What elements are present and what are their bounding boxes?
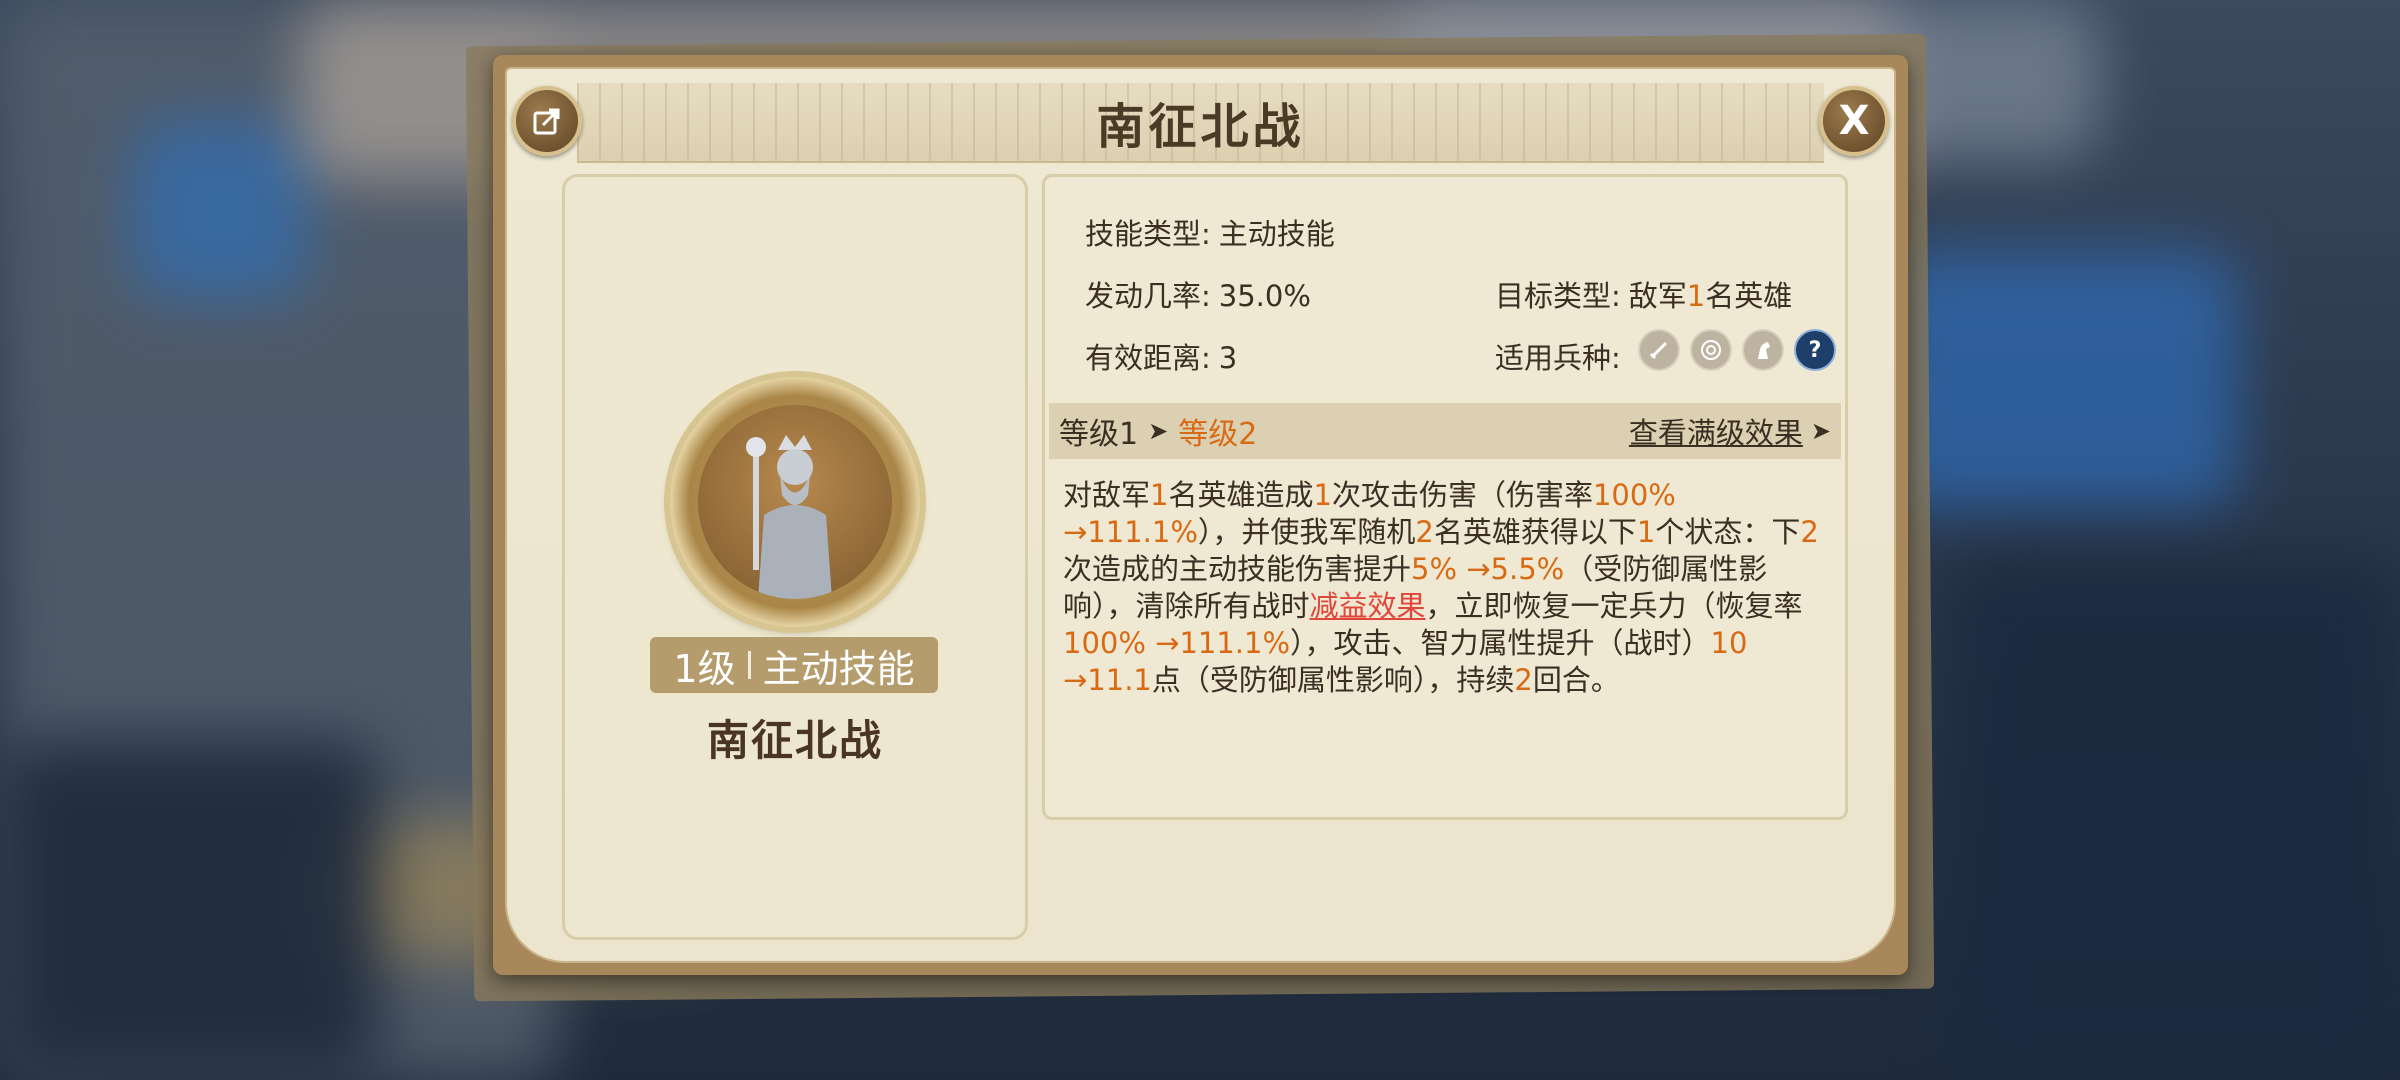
desc-text: 次攻击伤害（伤害率 <box>1331 478 1593 512</box>
share-button[interactable] <box>512 86 582 156</box>
troop-type-row: 适用兵种: <box>1495 335 1621 377</box>
desc-value: 10 <box>1710 626 1748 660</box>
arrow-right-icon: ➤ <box>1148 417 1169 445</box>
next-level: 等级2 <box>1178 417 1258 452</box>
skill-dialog: 南征北战 X 1级 主动技能 南征北战 技能类型: 主动技能 发动几率: 35.… <box>493 55 1908 975</box>
skill-medal <box>670 377 920 627</box>
unknown-icon[interactable]: ? <box>1794 329 1836 371</box>
desc-text: 个状态：下 <box>1655 515 1801 549</box>
desc-text: 对敌军 <box>1063 478 1151 512</box>
skill-type-row: 技能类型: 主动技能 <box>1085 211 1335 253</box>
skill-type-value: 主动技能 <box>1218 217 1335 251</box>
desc-value: 1 <box>1313 478 1332 512</box>
desc-value: 100% <box>1592 478 1676 512</box>
desc-text: 次造成的主动技能伤害提升 <box>1063 552 1412 586</box>
desc-text: ），并使我军随机 <box>1197 515 1416 549</box>
trigger-rate-label: 发动几率: <box>1085 279 1211 313</box>
target-type-suffix: 名英雄 <box>1705 279 1793 313</box>
skill-type: 主动技能 <box>762 646 915 691</box>
desc-value: →11.1 <box>1063 663 1152 697</box>
desc-text: ），攻击、智力属性提升（战时） <box>1290 626 1711 660</box>
background-scene <box>1950 560 2400 1080</box>
chevron-right-icon[interactable]: ➤ <box>1811 417 1831 445</box>
target-count: 1 <box>1686 279 1706 313</box>
current-level: 等级1 <box>1059 417 1139 452</box>
desc-value: 1 <box>1636 515 1656 549</box>
desc-text: 点（受防御属性影响），持续 <box>1151 663 1515 697</box>
dialog-body: 南征北战 X 1级 主动技能 南征北战 技能类型: 主动技能 发动几率: 35.… <box>505 67 1896 963</box>
skill-portrait <box>698 405 892 599</box>
background-scene <box>0 740 380 1080</box>
desc-value: 2 <box>1415 515 1434 549</box>
desc-value: 100% <box>1063 626 1146 660</box>
level-bar: 等级1 ➤ 等级2 查看满级效果 ➤ <box>1049 403 1841 459</box>
target-type-label: 目标类型: <box>1495 279 1621 313</box>
cavalry-icon[interactable] <box>1742 329 1784 371</box>
archer-icon[interactable] <box>1690 329 1732 371</box>
dialog-title: 南征北战 <box>1096 99 1305 155</box>
close-button[interactable]: X <box>1819 86 1889 156</box>
skill-type-label: 技能类型: <box>1085 217 1211 251</box>
close-icon: X <box>1838 98 1870 144</box>
troop-type-label: 适用兵种: <box>1495 341 1621 375</box>
skill-level-badge: 1级 主动技能 <box>650 637 938 693</box>
target-type-row: 目标类型: 敌军1名英雄 <box>1495 273 1792 315</box>
view-max-level-link[interactable]: 查看满级效果 <box>1629 410 1803 452</box>
desc-text: 回合。 <box>1532 663 1620 697</box>
badge-divider <box>747 651 751 679</box>
desc-value: 1 <box>1150 478 1169 512</box>
desc-value: →5.5% <box>1466 552 1565 586</box>
desc-value: →111.1% <box>1155 626 1291 660</box>
range-label: 有效距离: <box>1085 341 1211 375</box>
infantry-icon[interactable] <box>1638 329 1680 371</box>
desc-text: 名英雄获得以下 <box>1433 515 1637 549</box>
skill-description: 对敌军1名英雄造成1次攻击伤害（伤害率100% →111.1%），并使我军随机2名… <box>1063 477 1831 699</box>
desc-text: ，立即恢复一定兵力（恢复率 <box>1425 589 1803 623</box>
share-icon <box>533 108 560 135</box>
range-value: 3 <box>1218 341 1238 375</box>
skill-level: 1级 <box>673 646 736 691</box>
troop-type-icons: ? <box>1638 329 1836 371</box>
skill-card: 1级 主动技能 南征北战 <box>562 174 1028 940</box>
desc-value: →111.1% <box>1063 515 1198 549</box>
target-type-prefix: 敌军 <box>1628 279 1687 313</box>
trigger-rate-row: 发动几率: 35.0% <box>1085 273 1311 315</box>
desc-value: 2 <box>1514 663 1533 697</box>
debuff-effect-link[interactable]: 减益效果 <box>1310 589 1426 623</box>
trigger-rate-value: 35.0% <box>1218 279 1311 313</box>
range-row: 有效距离: 3 <box>1085 335 1237 377</box>
skill-name: 南征北战 <box>706 716 883 765</box>
skill-details: 技能类型: 主动技能 发动几率: 35.0% 目标类型: 敌军1名英雄 有效距离: 3 … <box>1042 174 1848 820</box>
background-scene <box>1880 250 2240 510</box>
background-scene <box>130 120 310 300</box>
king-statue-icon <box>746 435 832 599</box>
desc-value: 2 <box>1800 515 1819 549</box>
desc-value: 5% <box>1411 552 1458 586</box>
desc-text: 名英雄造成 <box>1168 478 1314 512</box>
